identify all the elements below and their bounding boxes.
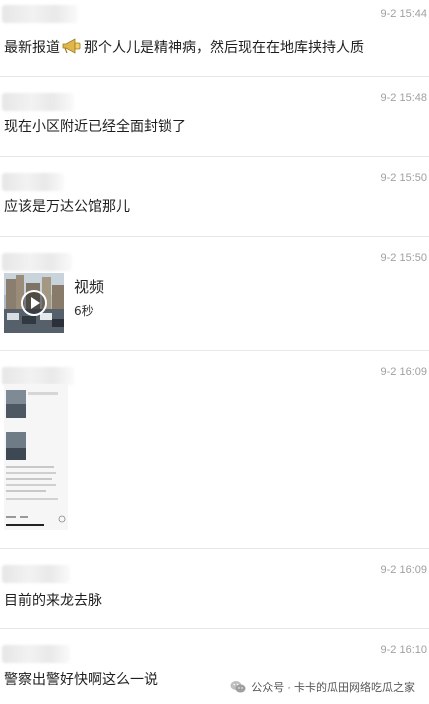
divider (0, 350, 429, 351)
message-item: 9-2 15:50 应该是万达公馆那儿 (0, 168, 429, 236)
trumpet-icon (62, 38, 82, 58)
message-item: 9-2 16:09 目前的来龙去脉 (0, 560, 429, 628)
video-thumbnail[interactable] (4, 273, 64, 333)
message-text: 目前的来龙去脉 (4, 593, 102, 609)
message-time: 9-2 15:50 (380, 252, 427, 264)
message-item: 9-2 15:44 最新报道 那个人儿是精神病，然后现在在地库挟持人质 (0, 0, 429, 76)
blurred-sender-name (2, 645, 70, 663)
blurred-sender-name (2, 367, 74, 385)
blurred-sender-name (2, 173, 64, 191)
message-time: 9-2 15:44 (380, 8, 427, 20)
blurred-sender-name (2, 253, 72, 271)
message-time: 9-2 16:09 (380, 366, 427, 378)
divider (0, 548, 429, 549)
blurred-sender-name (2, 93, 74, 111)
comment-thread: 9-2 15:44 最新报道 那个人儿是精神病，然后现在在地库挟持人质 9-2 1… (0, 0, 429, 704)
message-time: 9-2 16:09 (380, 564, 427, 576)
message-text: 应该是万达公馆那儿 (4, 199, 130, 215)
divider (0, 76, 429, 77)
watermark-text: 公众号 · 卡卡的瓜田网络吃瓜之家 (251, 682, 415, 694)
divider (0, 236, 429, 237)
play-icon[interactable] (21, 290, 47, 316)
video-title[interactable]: 视频 (74, 276, 104, 297)
blurred-sender-name (2, 5, 78, 23)
message-item: 9-2 15:48 现在小区附近已经全面封锁了 (0, 88, 429, 156)
account-watermark: 公众号 · 卡卡的瓜田网络吃瓜之家 (230, 679, 415, 695)
chat-screenshot-preview (4, 384, 68, 530)
divider (0, 156, 429, 157)
screenshot-image[interactable] (4, 384, 68, 530)
message-time: 9-2 16:10 (380, 644, 427, 656)
message-text: 最新报道 那个人儿是精神病，然后现在在地库挟持人质 (4, 38, 364, 58)
wechat-icon (230, 680, 246, 694)
blurred-sender-name (2, 565, 70, 583)
video-duration: 6秒 (74, 304, 94, 318)
message-item: 9-2 15:50 (0, 248, 429, 350)
message-text: 现在小区附近已经全面封锁了 (4, 119, 186, 135)
message-time: 9-2 15:50 (380, 172, 427, 184)
message-text: 警察出警好快啊这么一说 (4, 672, 158, 688)
message-time: 9-2 15:48 (380, 92, 427, 104)
divider (0, 628, 429, 629)
